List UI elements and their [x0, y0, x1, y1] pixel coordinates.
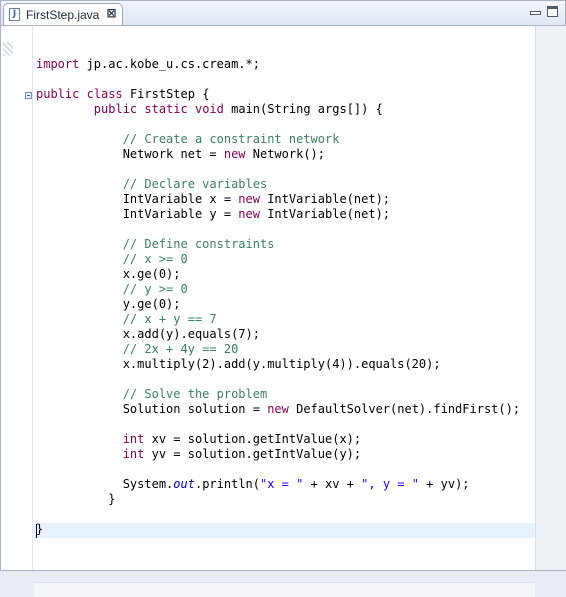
- code-line[interactable]: ​: [36, 507, 534, 522]
- fold-collapse-icon[interactable]: [25, 92, 32, 99]
- code-line[interactable]: Network net = new Network();: [36, 147, 534, 162]
- code-line[interactable]: x.add(y).equals(7);: [36, 327, 534, 342]
- code-line[interactable]: // Solve the problem: [36, 387, 534, 402]
- code-line[interactable]: IntVariable x = new IntVariable(net);: [36, 192, 534, 207]
- code-line[interactable]: public static void main(String args[]) {: [36, 102, 534, 117]
- code-line[interactable]: import jp.ac.kobe_u.cs.cream.*;: [36, 57, 534, 72]
- code-line[interactable]: }: [36, 522, 534, 537]
- code-line[interactable]: ​: [36, 162, 534, 177]
- code-text[interactable]: ​import jp.ac.kobe_u.cs.cream.*;​public …: [36, 42, 534, 552]
- java-file-icon: J: [9, 8, 20, 21]
- minimize-icon[interactable]: [530, 11, 541, 15]
- code-line[interactable]: ​: [36, 117, 534, 132]
- close-icon[interactable]: ⊠: [105, 7, 118, 20]
- code-line[interactable]: ​: [36, 72, 534, 87]
- code-line[interactable]: // x + y == 7: [36, 312, 534, 327]
- tab-title: FirstStep.java: [26, 8, 100, 22]
- code-line[interactable]: y.ge(0);: [36, 297, 534, 312]
- code-line[interactable]: x.ge(0);: [36, 267, 534, 282]
- maximize-icon[interactable]: [547, 6, 558, 17]
- code-line[interactable]: System.out.println("x = " + xv + ", y = …: [36, 477, 534, 492]
- tab-firststep-java[interactable]: J FirstStep.java ⊠: [3, 3, 123, 25]
- overview-ruler[interactable]: [535, 26, 566, 570]
- code-line[interactable]: Solution solution = new DefaultSolver(ne…: [36, 402, 534, 417]
- code-line[interactable]: ​: [36, 417, 534, 432]
- editor-window: J FirstStep.java ⊠ ​import jp.ac.kobe_u.…: [0, 0, 566, 597]
- code-line[interactable]: // y >= 0: [36, 282, 534, 297]
- code-line[interactable]: // Create a constraint network: [36, 132, 534, 147]
- code-line[interactable]: ​: [36, 462, 534, 477]
- editor-tab-bar: J FirstStep.java ⊠: [1, 1, 565, 26]
- code-line[interactable]: ​: [36, 42, 534, 57]
- code-line[interactable]: // Declare variables: [36, 177, 534, 192]
- code-line[interactable]: }: [36, 492, 534, 507]
- code-editor[interactable]: ​import jp.ac.kobe_u.cs.cream.*;​public …: [1, 26, 566, 597]
- code-line[interactable]: int yv = solution.getIntValue(y);: [36, 447, 534, 462]
- code-line[interactable]: int xv = solution.getIntValue(x);: [36, 432, 534, 447]
- text-caret: [36, 524, 37, 538]
- horizontal-scrollbar[interactable]: [34, 582, 535, 597]
- change-marker: [3, 42, 13, 56]
- code-line[interactable]: ​: [36, 537, 534, 552]
- code-line[interactable]: ​: [36, 222, 534, 237]
- code-line[interactable]: public class FirstStep {: [36, 87, 534, 102]
- code-line[interactable]: // x >= 0: [36, 252, 534, 267]
- code-line[interactable]: // Define constraints: [36, 237, 534, 252]
- code-line[interactable]: x.multiply(2).add(y.multiply(4)).equals(…: [36, 357, 534, 372]
- code-line[interactable]: IntVariable y = new IntVariable(net);: [36, 207, 534, 222]
- code-line[interactable]: ​: [36, 372, 534, 387]
- code-line[interactable]: // 2x + 4y == 20: [36, 342, 534, 357]
- left-ruler: [1, 26, 33, 570]
